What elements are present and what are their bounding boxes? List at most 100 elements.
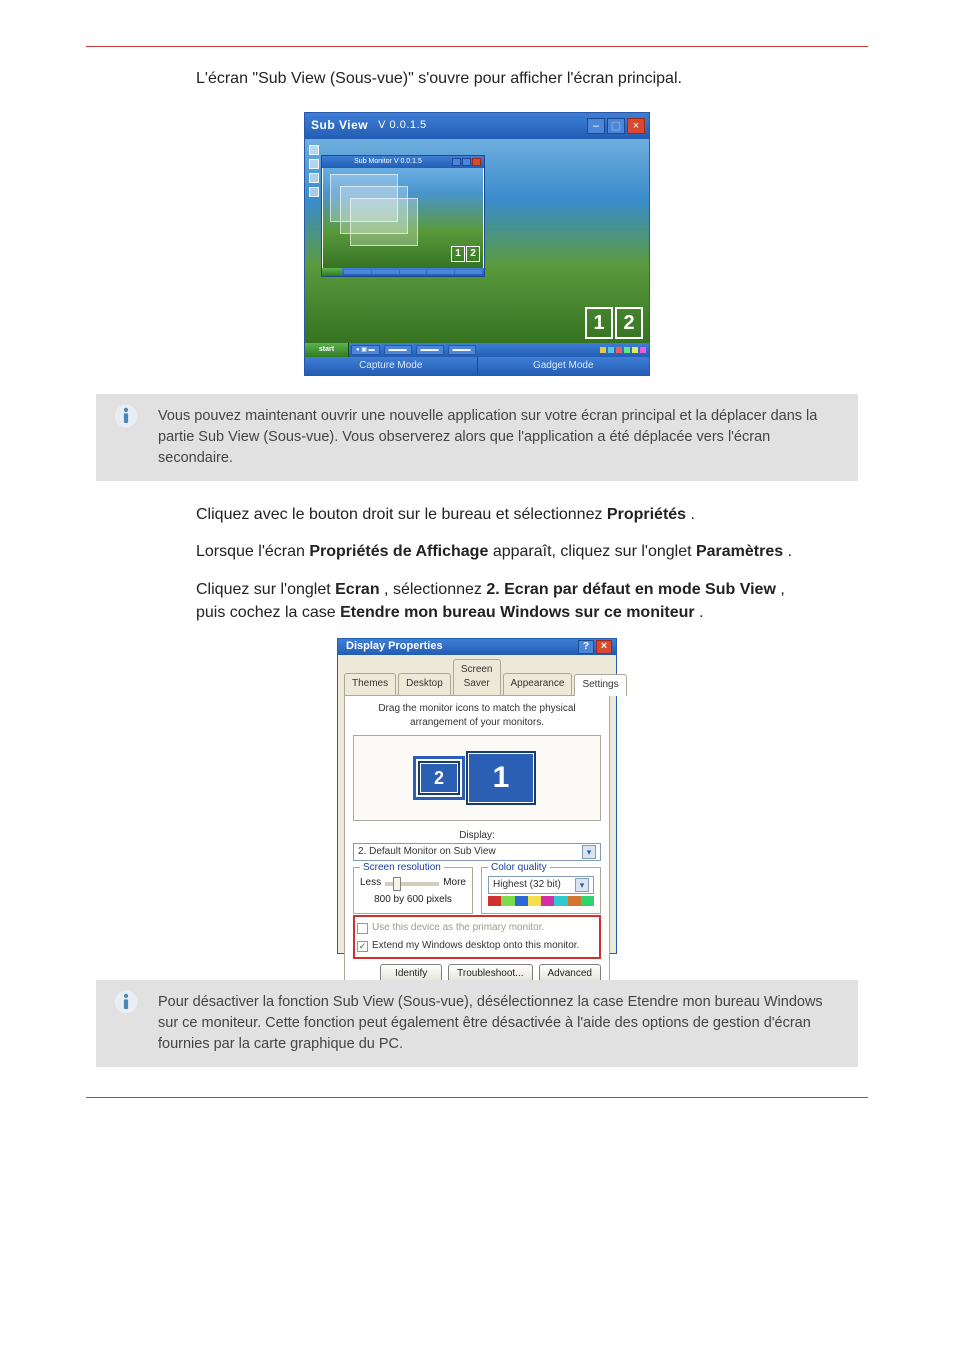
mode-gadget[interactable]: Gadget Mode	[477, 357, 650, 375]
monitor-2[interactable]: 2	[418, 761, 460, 795]
display-properties-window: Display Properties ? × Themes Desktop Sc…	[337, 638, 617, 954]
color-quality-select[interactable]: Highest (32 bit) ▾	[488, 876, 594, 894]
subview-figure: Sub View V 0.0.1.5 – ▢ × Sub Monitor V 0…	[86, 112, 868, 376]
subview-mode-bar: Capture Mode Gadget Mode	[305, 357, 649, 375]
step-text: .	[699, 604, 703, 621]
subview-version: V 0.0.1.5	[378, 118, 427, 134]
step-2: Lorsque l'écran Propriétés de Affichage …	[196, 540, 810, 563]
monitor-badge-1: 1	[585, 307, 613, 339]
tray-icons	[597, 343, 649, 357]
document-page: L'écran "Sub View (Sous-vue)" s'ouvre po…	[0, 0, 954, 1348]
subview-titlebar: Sub View V 0.0.1.5 – ▢ ×	[305, 113, 649, 139]
monitor-badge-2: 2	[615, 307, 643, 339]
instruction-text: Drag the monitor icons to match the phys…	[353, 702, 601, 731]
checkbox-label: Extend my Windows desktop onto this moni…	[372, 939, 579, 954]
subview-desktop: Sub Monitor V 0.0.1.5 1 2	[305, 139, 649, 357]
close-icon[interactable]: ×	[596, 640, 612, 654]
resolution-slider[interactable]: Less More	[360, 876, 466, 891]
note-bar: Pour désactiver la fonction Sub View (So…	[96, 980, 858, 1067]
ui-path: 2. Ecran par défaut en mode Sub View	[486, 581, 776, 598]
ui-path: Etendre mon bureau Windows sur ce monite…	[340, 604, 695, 621]
tab-screensaver[interactable]: Screen Saver	[453, 659, 501, 695]
checkbox-icon	[357, 923, 368, 934]
display-select[interactable]: 2. Default Monitor on Sub View ▾	[353, 843, 601, 861]
submonitor-titlebar: Sub Monitor V 0.0.1.5	[322, 156, 484, 168]
taskbar-item[interactable]: ● ▣ ▬	[351, 345, 380, 355]
slider-max-label: More	[443, 876, 466, 891]
help-icon[interactable]: ?	[578, 640, 594, 654]
monitor-badge-1: 1	[451, 246, 465, 262]
ui-path: Propriétés de Affichage	[309, 543, 488, 560]
tab-settings[interactable]: Settings	[574, 674, 626, 696]
mode-capture[interactable]: Capture Mode	[305, 357, 477, 375]
dialog-titlebar: Display Properties ? ×	[338, 639, 616, 655]
extend-desktop-checkbox[interactable]: ✓ Extend my Windows desktop onto this mo…	[357, 939, 597, 954]
submonitor-body: 1 2	[322, 168, 484, 276]
taskbar: start ● ▣ ▬ ▬▬▬ ▬▬▬ ▬▬▬	[305, 343, 649, 357]
intro-text: L'écran "Sub View (Sous-vue)" s'ouvre po…	[196, 70, 682, 87]
primary-monitor-checkbox: Use this device as the primary monitor.	[357, 921, 597, 936]
bottom-divider	[86, 1097, 868, 1098]
step-text: Lorsque l'écran	[196, 543, 309, 560]
taskbar-item[interactable]: ▬▬▬	[448, 345, 476, 355]
submonitor-window: Sub Monitor V 0.0.1.5 1 2	[321, 155, 485, 277]
step-text: .	[788, 543, 792, 560]
display-value: 2. Default Monitor on Sub View	[358, 845, 496, 860]
desktop-icons	[309, 145, 319, 197]
ui-path: Paramètres	[696, 543, 783, 560]
display-properties-figure: Display Properties ? × Themes Desktop Sc…	[86, 638, 868, 954]
desktop-icon	[309, 173, 319, 183]
step-text: Cliquez sur l'onglet	[196, 581, 335, 598]
mini-taskbar	[322, 268, 484, 276]
highlight-box: Use this device as the primary monitor. …	[353, 915, 601, 959]
checkbox-label: Use this device as the primary monitor.	[372, 921, 544, 936]
tab-themes[interactable]: Themes	[344, 673, 396, 695]
start-icon	[322, 268, 342, 276]
desktop-icon	[309, 145, 319, 155]
note-text: Pour désactiver la fonction Sub View (So…	[158, 994, 823, 1052]
monitor-badges: 1 2	[585, 307, 643, 339]
close-icon[interactable]	[472, 158, 481, 166]
step-text: Cliquez avec le bouton droit sur le bure…	[196, 506, 607, 523]
taskbar-item[interactable]: ▬▬▬	[384, 345, 412, 355]
maximize-icon[interactable]	[462, 158, 471, 166]
dialog-title: Display Properties	[346, 639, 443, 655]
color-quality-group: Color quality Highest (32 bit) ▾	[481, 867, 601, 914]
subview-window: Sub View V 0.0.1.5 – ▢ × Sub Monitor V 0…	[304, 112, 650, 376]
tab-desktop[interactable]: Desktop	[398, 673, 451, 695]
checkbox-checked-icon: ✓	[357, 941, 368, 952]
info-icon	[112, 988, 140, 1016]
note-bar: Vous pouvez maintenant ouvrir une nouvel…	[96, 394, 858, 481]
ui-path: Ecran	[335, 581, 379, 598]
step-text: apparaît, cliquez sur l'onglet	[493, 543, 696, 560]
step-3: Cliquez sur l'onglet Ecran , sélectionne…	[196, 578, 810, 624]
top-divider	[86, 46, 868, 47]
minimize-icon[interactable]	[452, 158, 461, 166]
monitor-badge-2: 2	[466, 246, 480, 262]
tab-strip: Themes Desktop Screen Saver Appearance S…	[338, 655, 616, 695]
ui-path: Propriétés	[607, 506, 686, 523]
slider-min-label: Less	[360, 876, 381, 891]
start-button[interactable]: start	[305, 343, 349, 357]
subview-title: Sub View	[311, 117, 368, 134]
minimize-icon[interactable]: –	[587, 118, 605, 134]
intro-paragraph: L'écran "Sub View (Sous-vue)" s'ouvre po…	[196, 67, 810, 90]
maximize-icon[interactable]: ▢	[607, 118, 625, 134]
chevron-down-icon: ▾	[582, 845, 596, 859]
resolution-value: 800 by 600 pixels	[360, 893, 466, 908]
monitor-badges: 1 2	[451, 246, 480, 262]
chevron-down-icon: ▾	[575, 878, 589, 892]
slider-knob[interactable]	[393, 877, 401, 891]
settings-pane: Drag the monitor icons to match the phys…	[344, 695, 610, 994]
desktop-icon	[309, 187, 319, 197]
tab-appearance[interactable]: Appearance	[503, 673, 573, 695]
close-icon[interactable]: ×	[627, 118, 645, 134]
color-bar	[488, 896, 594, 906]
info-icon	[112, 402, 140, 430]
monitor-1[interactable]: 1	[466, 751, 536, 805]
group-title: Color quality	[488, 861, 550, 876]
monitor-arrangement[interactable]: 2 1	[353, 735, 601, 821]
group-title: Screen resolution	[360, 861, 444, 876]
taskbar-item[interactable]: ▬▬▬	[416, 345, 444, 355]
color-quality-value: Highest (32 bit)	[493, 878, 561, 893]
